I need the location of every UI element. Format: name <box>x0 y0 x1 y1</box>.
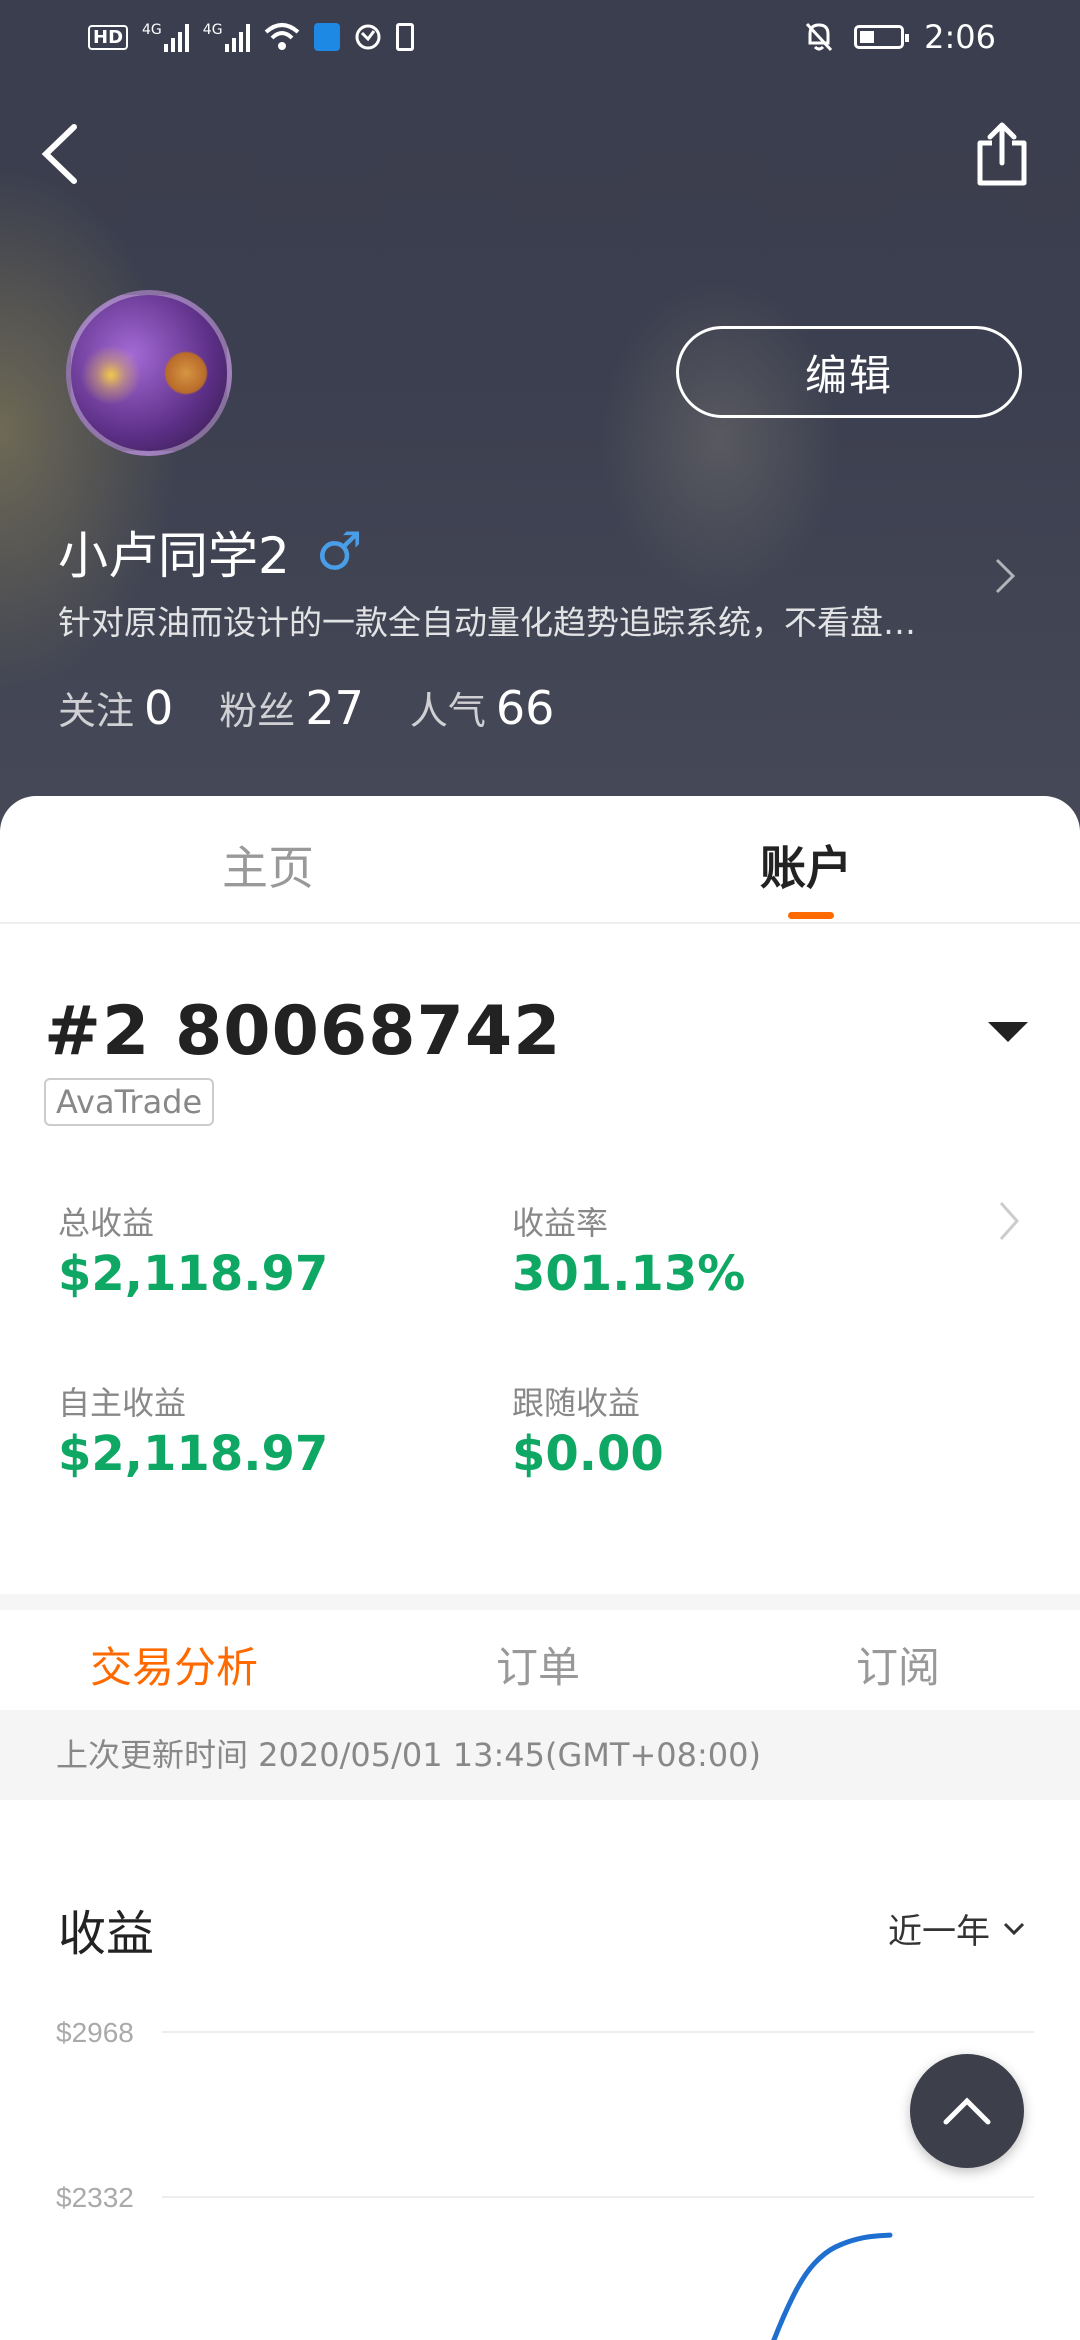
status-time: 2:06 <box>924 18 996 56</box>
profile-stats: 关注 0 粉丝 27 人气 66 <box>58 680 554 735</box>
globe-icon <box>355 24 381 50</box>
status-right-icons: 2:06 <box>804 18 996 56</box>
follow-profit-label: 跟随收益 <box>512 1384 641 1422</box>
avatar[interactable] <box>66 290 232 456</box>
profile-name: 小卢同学2 <box>58 527 290 585</box>
last-update-text: 上次更新时间 2020/05/01 13:45(GMT+08:00) <box>56 1736 761 1774</box>
bell-muted-icon <box>806 22 833 52</box>
signal-icon: 4G <box>142 22 189 52</box>
stat-label: 关注 <box>58 689 135 733</box>
edit-button[interactable]: 编辑 <box>676 326 1022 418</box>
male-icon: ♂ <box>315 522 363 582</box>
total-profit-value: $2,118.97 <box>58 1246 329 1302</box>
stat-value: 27 <box>305 681 364 735</box>
profit-section-title: 收益 <box>58 1906 155 1962</box>
own-profit-label: 自主收益 <box>58 1384 187 1422</box>
scroll-to-top-button[interactable] <box>910 2054 1024 2168</box>
profile-detail-arrow[interactable] <box>990 552 1020 600</box>
tab-active-indicator <box>788 912 834 919</box>
stat-label: 人气 <box>409 689 486 733</box>
stat-value: 66 <box>495 681 555 735</box>
stat-label: 粉丝 <box>219 689 296 733</box>
profile-tabs: 主页 账户 <box>0 796 1080 924</box>
return-rate-value: 301.13% <box>512 1246 746 1302</box>
update-bar: 上次更新时间 2020/05/01 13:45(GMT+08:00) <box>0 1710 1080 1800</box>
back-button[interactable] <box>30 116 90 192</box>
stat-popularity: 人气 66 <box>410 680 555 735</box>
tab-account[interactable]: 账户 <box>760 832 852 898</box>
stat-value: 0 <box>144 681 174 735</box>
broker-tag: AvaTrade <box>44 1078 215 1126</box>
profit-chart: $2968$2332$1696 <box>56 2017 1034 2340</box>
battery-icon <box>854 25 910 49</box>
subtab-orders[interactable]: 订单 <box>496 1634 580 1695</box>
section-divider <box>0 1594 1080 1610</box>
profit-line-series <box>771 2232 893 2340</box>
account-id: #2 80068742 <box>44 992 562 1071</box>
metrics-detail-arrow[interactable] <box>994 1194 1024 1248</box>
range-select[interactable]: 近一年 <box>888 1904 1026 1953</box>
y-tick-label: $2332 <box>56 2182 134 2213</box>
signal-icon: 4G <box>203 22 250 52</box>
chevron-right-icon <box>995 558 1016 594</box>
wifi-icon <box>264 23 299 50</box>
own-profit-value: $2,118.97 <box>58 1426 329 1482</box>
subtab-subscriptions[interactable]: 订阅 <box>856 1634 940 1695</box>
hd-label: HD <box>88 24 129 50</box>
account-dropdown-icon[interactable] <box>988 1022 1028 1042</box>
network-4g-label: 4G <box>142 22 162 38</box>
chevron-down-icon <box>1003 1922 1025 1935</box>
range-select-value: 近一年 <box>888 1912 990 1952</box>
chevron-right-icon <box>999 1202 1020 1240</box>
profile-header: HD 4G 4G 2:06 编辑 小卢同学2 ♂ 针对原油而设计的一款全自动量化… <box>0 0 1080 830</box>
status-bar: HD 4G 4G 2:06 <box>0 0 1080 80</box>
share-button[interactable] <box>970 116 1034 192</box>
return-rate-label: 收益率 <box>512 1204 609 1242</box>
network-4g-label: 4G <box>202 22 223 38</box>
profile-name-row: 小卢同学2 ♂ <box>58 516 362 588</box>
stat-followers[interactable]: 粉丝 27 <box>219 680 364 735</box>
profile-bio[interactable]: 针对原油而设计的一款全自动量化趋势追踪系统，不看盘… <box>58 596 978 644</box>
follow-profit-value: $0.00 <box>512 1426 664 1482</box>
shield-icon <box>313 23 340 51</box>
chevron-up-icon <box>943 2097 991 2125</box>
tab-home[interactable]: 主页 <box>222 832 314 898</box>
total-profit-label: 总收益 <box>58 1204 155 1242</box>
chevron-left-icon <box>41 124 77 184</box>
status-left-icons: HD 4G 4G <box>88 22 414 52</box>
stat-following[interactable]: 关注 0 <box>58 680 173 735</box>
y-tick-label: $2968 <box>56 2017 134 2048</box>
share-icon <box>977 122 1027 186</box>
phone-icon <box>395 23 414 51</box>
subtab-trade-analysis[interactable]: 交易分析 <box>90 1634 258 1695</box>
